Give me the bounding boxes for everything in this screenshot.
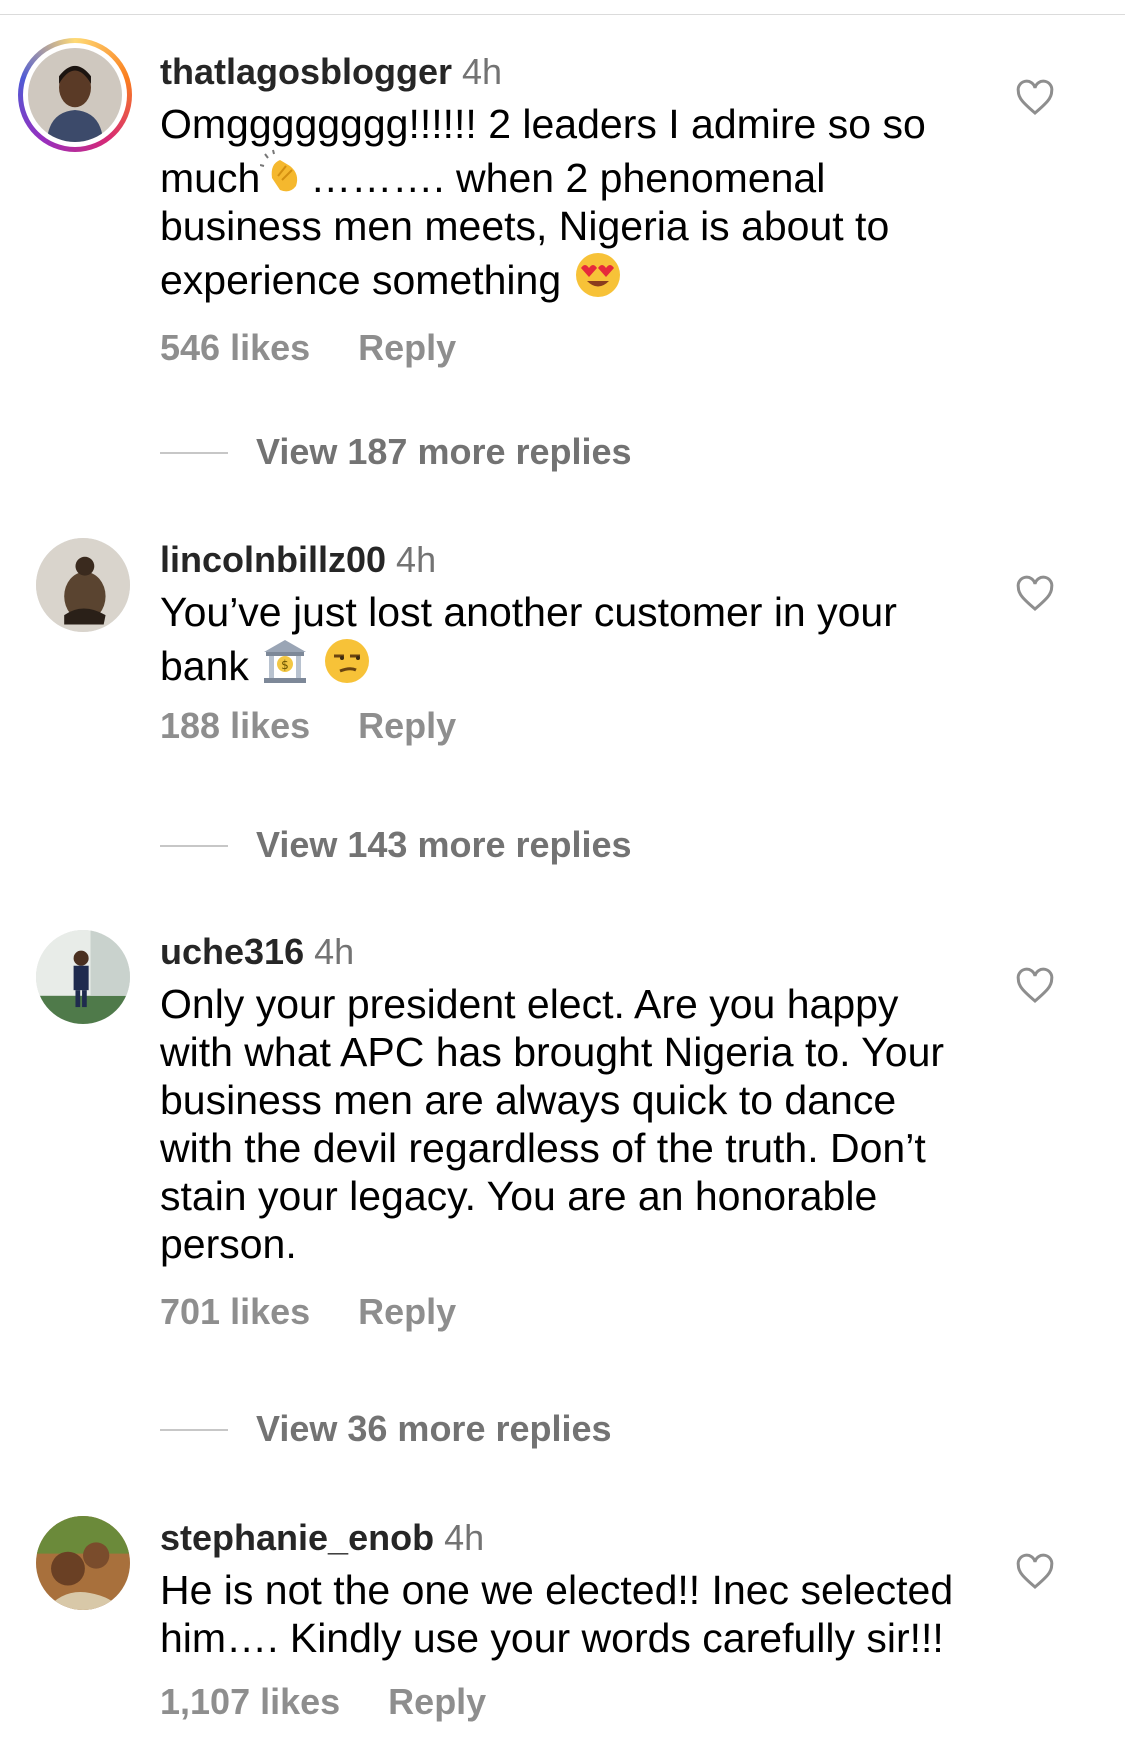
clapping-hands-emoji bbox=[260, 148, 310, 198]
username[interactable]: uche316 bbox=[160, 931, 304, 972]
reply-button[interactable]: Reply bbox=[358, 705, 456, 746]
view-replies-button[interactable]: View 36 more replies bbox=[160, 1407, 960, 1451]
likes-count[interactable]: 701 likes bbox=[160, 1291, 310, 1332]
timestamp: 4h bbox=[396, 539, 437, 580]
unamused-face-emoji bbox=[322, 636, 372, 686]
comments-screen: thatlagosblogger 4h Omgggggggg!!!!!! 2 le… bbox=[0, 0, 1125, 1755]
reply-button[interactable]: Reply bbox=[358, 327, 456, 368]
heart-outline-icon[interactable] bbox=[1015, 1552, 1055, 1592]
view-replies-button[interactable]: View 143 more replies bbox=[160, 823, 960, 867]
divider bbox=[0, 14, 1125, 15]
view-replies-label: View 143 more replies bbox=[256, 824, 632, 865]
likes-count[interactable]: 546 likes bbox=[160, 327, 310, 368]
avatar[interactable] bbox=[36, 930, 130, 1024]
username[interactable]: stephanie_enob bbox=[160, 1517, 434, 1558]
divider bbox=[160, 1429, 228, 1431]
likes-count[interactable]: 188 likes bbox=[160, 705, 310, 746]
divider bbox=[160, 452, 228, 454]
username[interactable]: lincolnbillz00 bbox=[160, 539, 386, 580]
bank-emoji: $ bbox=[260, 636, 310, 686]
svg-text:$: $ bbox=[281, 658, 289, 672]
heart-outline-icon[interactable] bbox=[1015, 966, 1055, 1006]
likes-count[interactable]: 1,107 likes bbox=[160, 1681, 340, 1722]
avatar[interactable] bbox=[36, 538, 130, 632]
heart-eyes-emoji bbox=[573, 250, 623, 300]
view-replies-button[interactable]: View 187 more replies bbox=[160, 430, 960, 474]
avatar-story-ring[interactable] bbox=[18, 38, 132, 152]
comment-text: You’ve just lost another customer in you… bbox=[160, 589, 909, 689]
avatar bbox=[28, 48, 122, 142]
reply-button[interactable]: Reply bbox=[388, 1681, 486, 1722]
comment-text: Only your president elect. Are you happy… bbox=[160, 981, 956, 1267]
reply-button[interactable]: Reply bbox=[358, 1291, 456, 1332]
view-replies-label: View 36 more replies bbox=[256, 1408, 612, 1449]
comment-text: Omgggggggg!!!!!! 2 leaders I admire so s… bbox=[160, 101, 938, 303]
username[interactable]: thatlagosblogger bbox=[160, 51, 452, 92]
avatar[interactable] bbox=[36, 1516, 130, 1610]
heart-outline-icon[interactable] bbox=[1015, 574, 1055, 614]
comment-text: He is not the one we elected!! Inec sele… bbox=[160, 1567, 965, 1661]
divider bbox=[160, 845, 228, 847]
view-replies-label: View 187 more replies bbox=[256, 431, 632, 472]
timestamp: 4h bbox=[462, 51, 503, 92]
timestamp: 4h bbox=[314, 931, 355, 972]
timestamp: 4h bbox=[444, 1517, 485, 1558]
heart-outline-icon[interactable] bbox=[1015, 78, 1055, 118]
